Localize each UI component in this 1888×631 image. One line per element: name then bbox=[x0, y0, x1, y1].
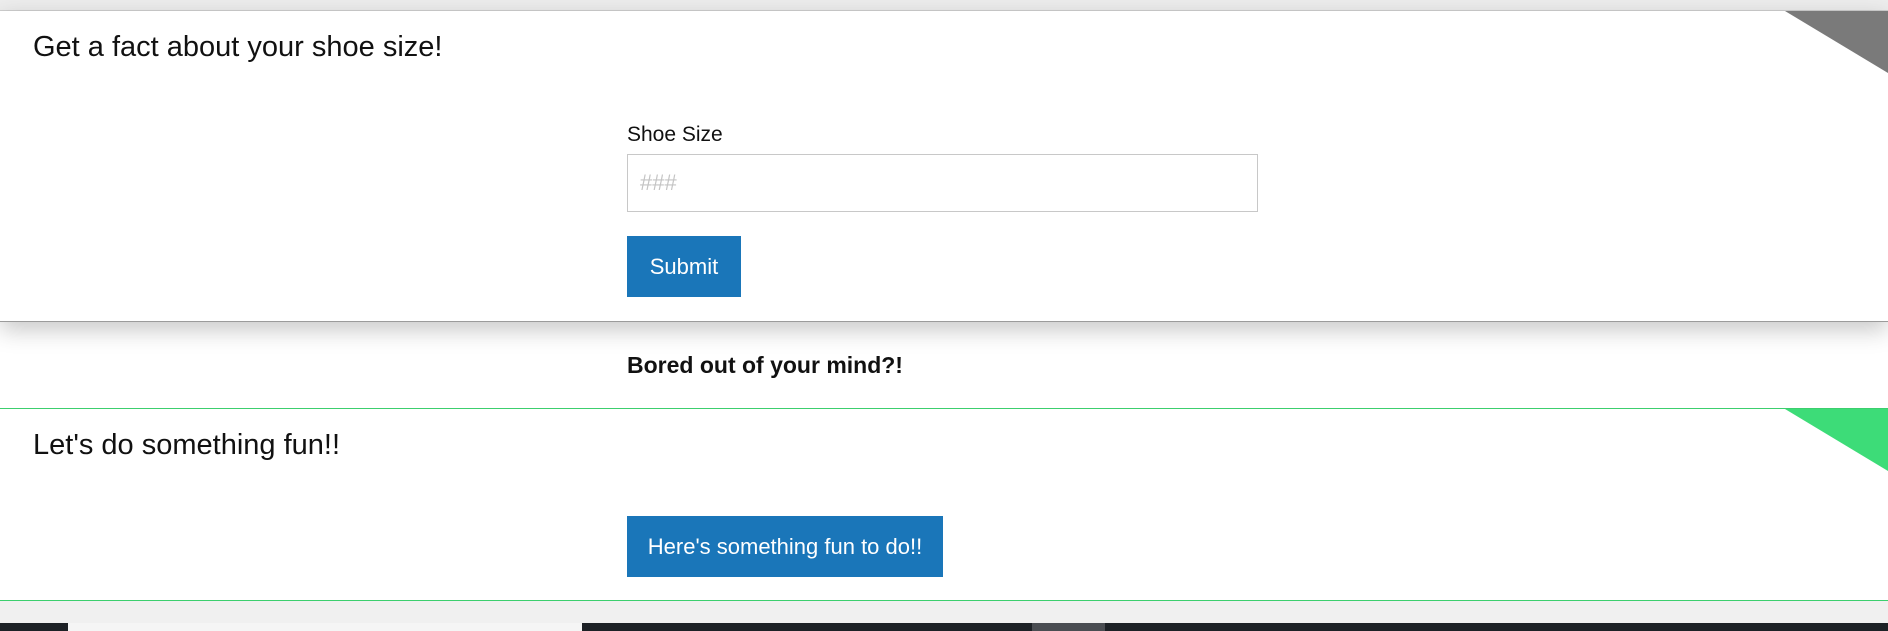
corner-ribbon bbox=[1785, 409, 1888, 471]
bottom-bar-segment bbox=[68, 623, 582, 631]
bottom-bar bbox=[0, 623, 1888, 631]
fun-activity-button[interactable]: Here's something fun to do!! bbox=[627, 516, 943, 577]
shoe-card-title: Get a fact about your shoe size! bbox=[33, 31, 443, 63]
page: Get a fact about your shoe size! Shoe Si… bbox=[0, 0, 1888, 631]
submit-button[interactable]: Submit bbox=[627, 236, 741, 297]
corner-ribbon bbox=[1785, 11, 1888, 73]
corner-triangle-icon bbox=[1785, 409, 1888, 471]
shoe-size-input[interactable] bbox=[627, 154, 1258, 212]
fun-card: Let's do something fun!! Here's somethin… bbox=[0, 408, 1888, 601]
shoe-fact-card: Get a fact about your shoe size! Shoe Si… bbox=[0, 11, 1888, 322]
fun-card-title: Let's do something fun!! bbox=[33, 429, 341, 461]
top-strip bbox=[0, 0, 1888, 11]
shoe-size-label: Shoe Size bbox=[627, 123, 723, 146]
bored-text: Bored out of your mind?! bbox=[627, 352, 903, 378]
corner-triangle-icon bbox=[1785, 11, 1888, 73]
bottom-bar-segment bbox=[1032, 623, 1105, 631]
